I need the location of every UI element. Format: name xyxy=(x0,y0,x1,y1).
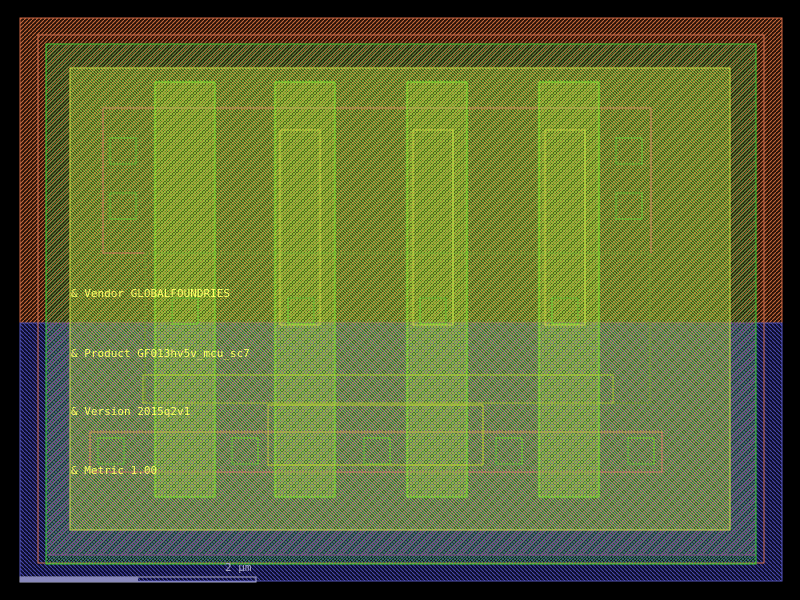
scale-bar-label: 2 µm xyxy=(225,561,252,574)
scale-bar-fill xyxy=(20,577,138,582)
product-text: & Product GF013hv5v_mcu_sc7 xyxy=(71,347,250,360)
metric-text: & Metric 1.00 xyxy=(71,464,157,477)
vendor-text: & Vendor GLOBALFOUNDRIES xyxy=(71,287,230,300)
poly-gate-4 xyxy=(538,81,600,498)
poly-gate-2 xyxy=(274,81,336,498)
layout-svg: & Vendor GLOBALFOUNDRIES & Product GF013… xyxy=(19,17,783,583)
layout-viewer-canvas[interactable]: & Vendor GLOBALFOUNDRIES & Product GF013… xyxy=(0,0,800,600)
poly-gate-3 xyxy=(406,81,468,498)
version-text: & Version 2015q2v1 xyxy=(71,405,190,418)
